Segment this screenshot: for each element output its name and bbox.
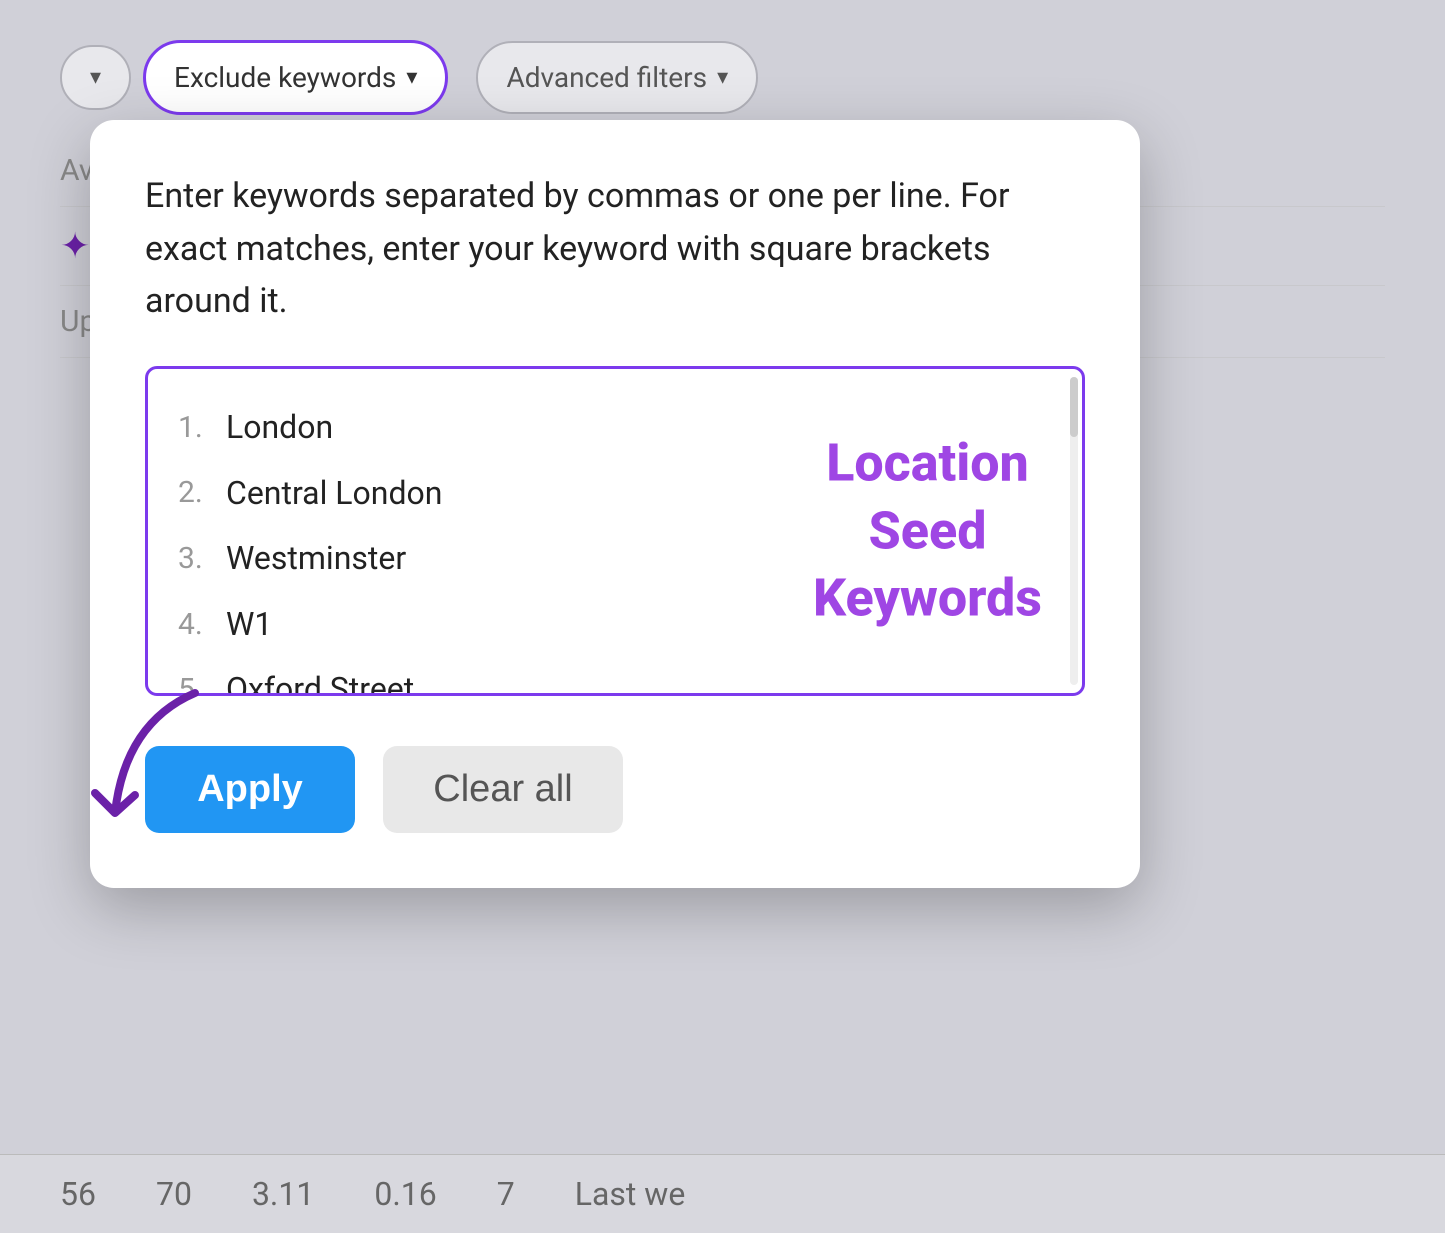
keyword-num-3: 3. (178, 532, 214, 586)
keywords-list[interactable]: 1. London 2. Central London 3. Westminst… (148, 369, 1082, 693)
scrollbar-track[interactable] (1070, 377, 1078, 685)
keyword-num-2: 2. (178, 466, 214, 520)
keyword-text-3: Westminster (226, 530, 406, 588)
keyword-num-1: 1. (178, 401, 214, 455)
keyword-item-1: 1. London (178, 399, 1062, 457)
modal-overlay: Enter keywords separated by commas or on… (0, 0, 1445, 1233)
arrow-annotation (65, 683, 225, 863)
keyword-item-2: 2. Central London (178, 465, 1062, 523)
action-buttons-row: Apply Clear all (145, 746, 1085, 833)
keyword-num-4: 4. (178, 598, 214, 652)
clear-all-button[interactable]: Clear all (383, 746, 623, 833)
keyword-text-4: W1 (226, 596, 272, 654)
keyword-text-1: London (226, 399, 333, 457)
keyword-item-4: 4. W1 (178, 596, 1062, 654)
scrollbar-thumb[interactable] (1070, 377, 1078, 437)
keywords-input-area[interactable]: 1. London 2. Central London 3. Westminst… (145, 366, 1085, 696)
exclude-keywords-modal: Enter keywords separated by commas or on… (90, 120, 1140, 888)
keyword-text-5: Oxford Street (226, 661, 414, 693)
modal-description-text: Enter keywords separated by commas or on… (145, 170, 1085, 328)
keyword-item-5: 5. Oxford Street (178, 661, 1062, 693)
keyword-item-3: 3. Westminster (178, 530, 1062, 588)
keyword-text-2: Central London (226, 465, 442, 523)
